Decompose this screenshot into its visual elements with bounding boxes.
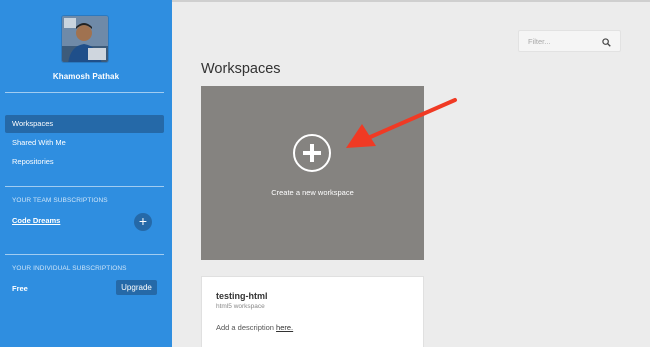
page-title: Workspaces — [201, 61, 281, 77]
plus-circle-icon[interactable] — [293, 134, 331, 172]
workspace-description: Add a description here. — [216, 323, 293, 332]
team-link-code-dreams[interactable]: Code Dreams — [12, 216, 60, 225]
upgrade-button[interactable]: Upgrade — [116, 280, 157, 295]
team-subscriptions-label: YOUR TEAM SUBSCRIPTIONS — [12, 197, 108, 204]
create-workspace-label[interactable]: Create a new workspace — [201, 188, 424, 197]
divider — [5, 186, 164, 187]
user-name[interactable]: Khamosh Pathak — [0, 72, 172, 81]
workspace-type: html5 workspace — [216, 303, 265, 310]
nav-item-repositories[interactable]: Repositories — [5, 153, 164, 171]
red-arrow-icon — [346, 98, 457, 148]
sidebar: Khamosh Pathak Workspaces Shared With Me… — [0, 0, 172, 347]
individual-subscriptions-label: YOUR INDIVIDUAL SUBSCRIPTIONS — [12, 265, 127, 272]
description-link[interactable]: here. — [276, 323, 293, 332]
plan-label: Free — [12, 284, 28, 293]
workspace-name[interactable]: testing-html — [216, 291, 268, 301]
top-border — [172, 0, 650, 2]
filter-input[interactable]: Filter... — [518, 30, 621, 52]
avatar[interactable] — [61, 15, 109, 63]
avatar-photo-icon — [62, 16, 108, 62]
nav-item-shared-with-me[interactable]: Shared With Me — [5, 134, 164, 152]
divider — [5, 254, 164, 255]
divider — [5, 92, 164, 93]
add-team-button[interactable]: + — [134, 213, 152, 231]
plus-icon: + — [138, 213, 148, 229]
workspace-card[interactable]: testing-html html5 workspace Add a descr… — [201, 276, 424, 347]
description-prefix: Add a description — [216, 323, 274, 332]
filter-placeholder: Filter... — [528, 37, 551, 46]
search-icon[interactable] — [602, 38, 611, 47]
nav-item-workspaces[interactable]: Workspaces — [5, 115, 164, 133]
